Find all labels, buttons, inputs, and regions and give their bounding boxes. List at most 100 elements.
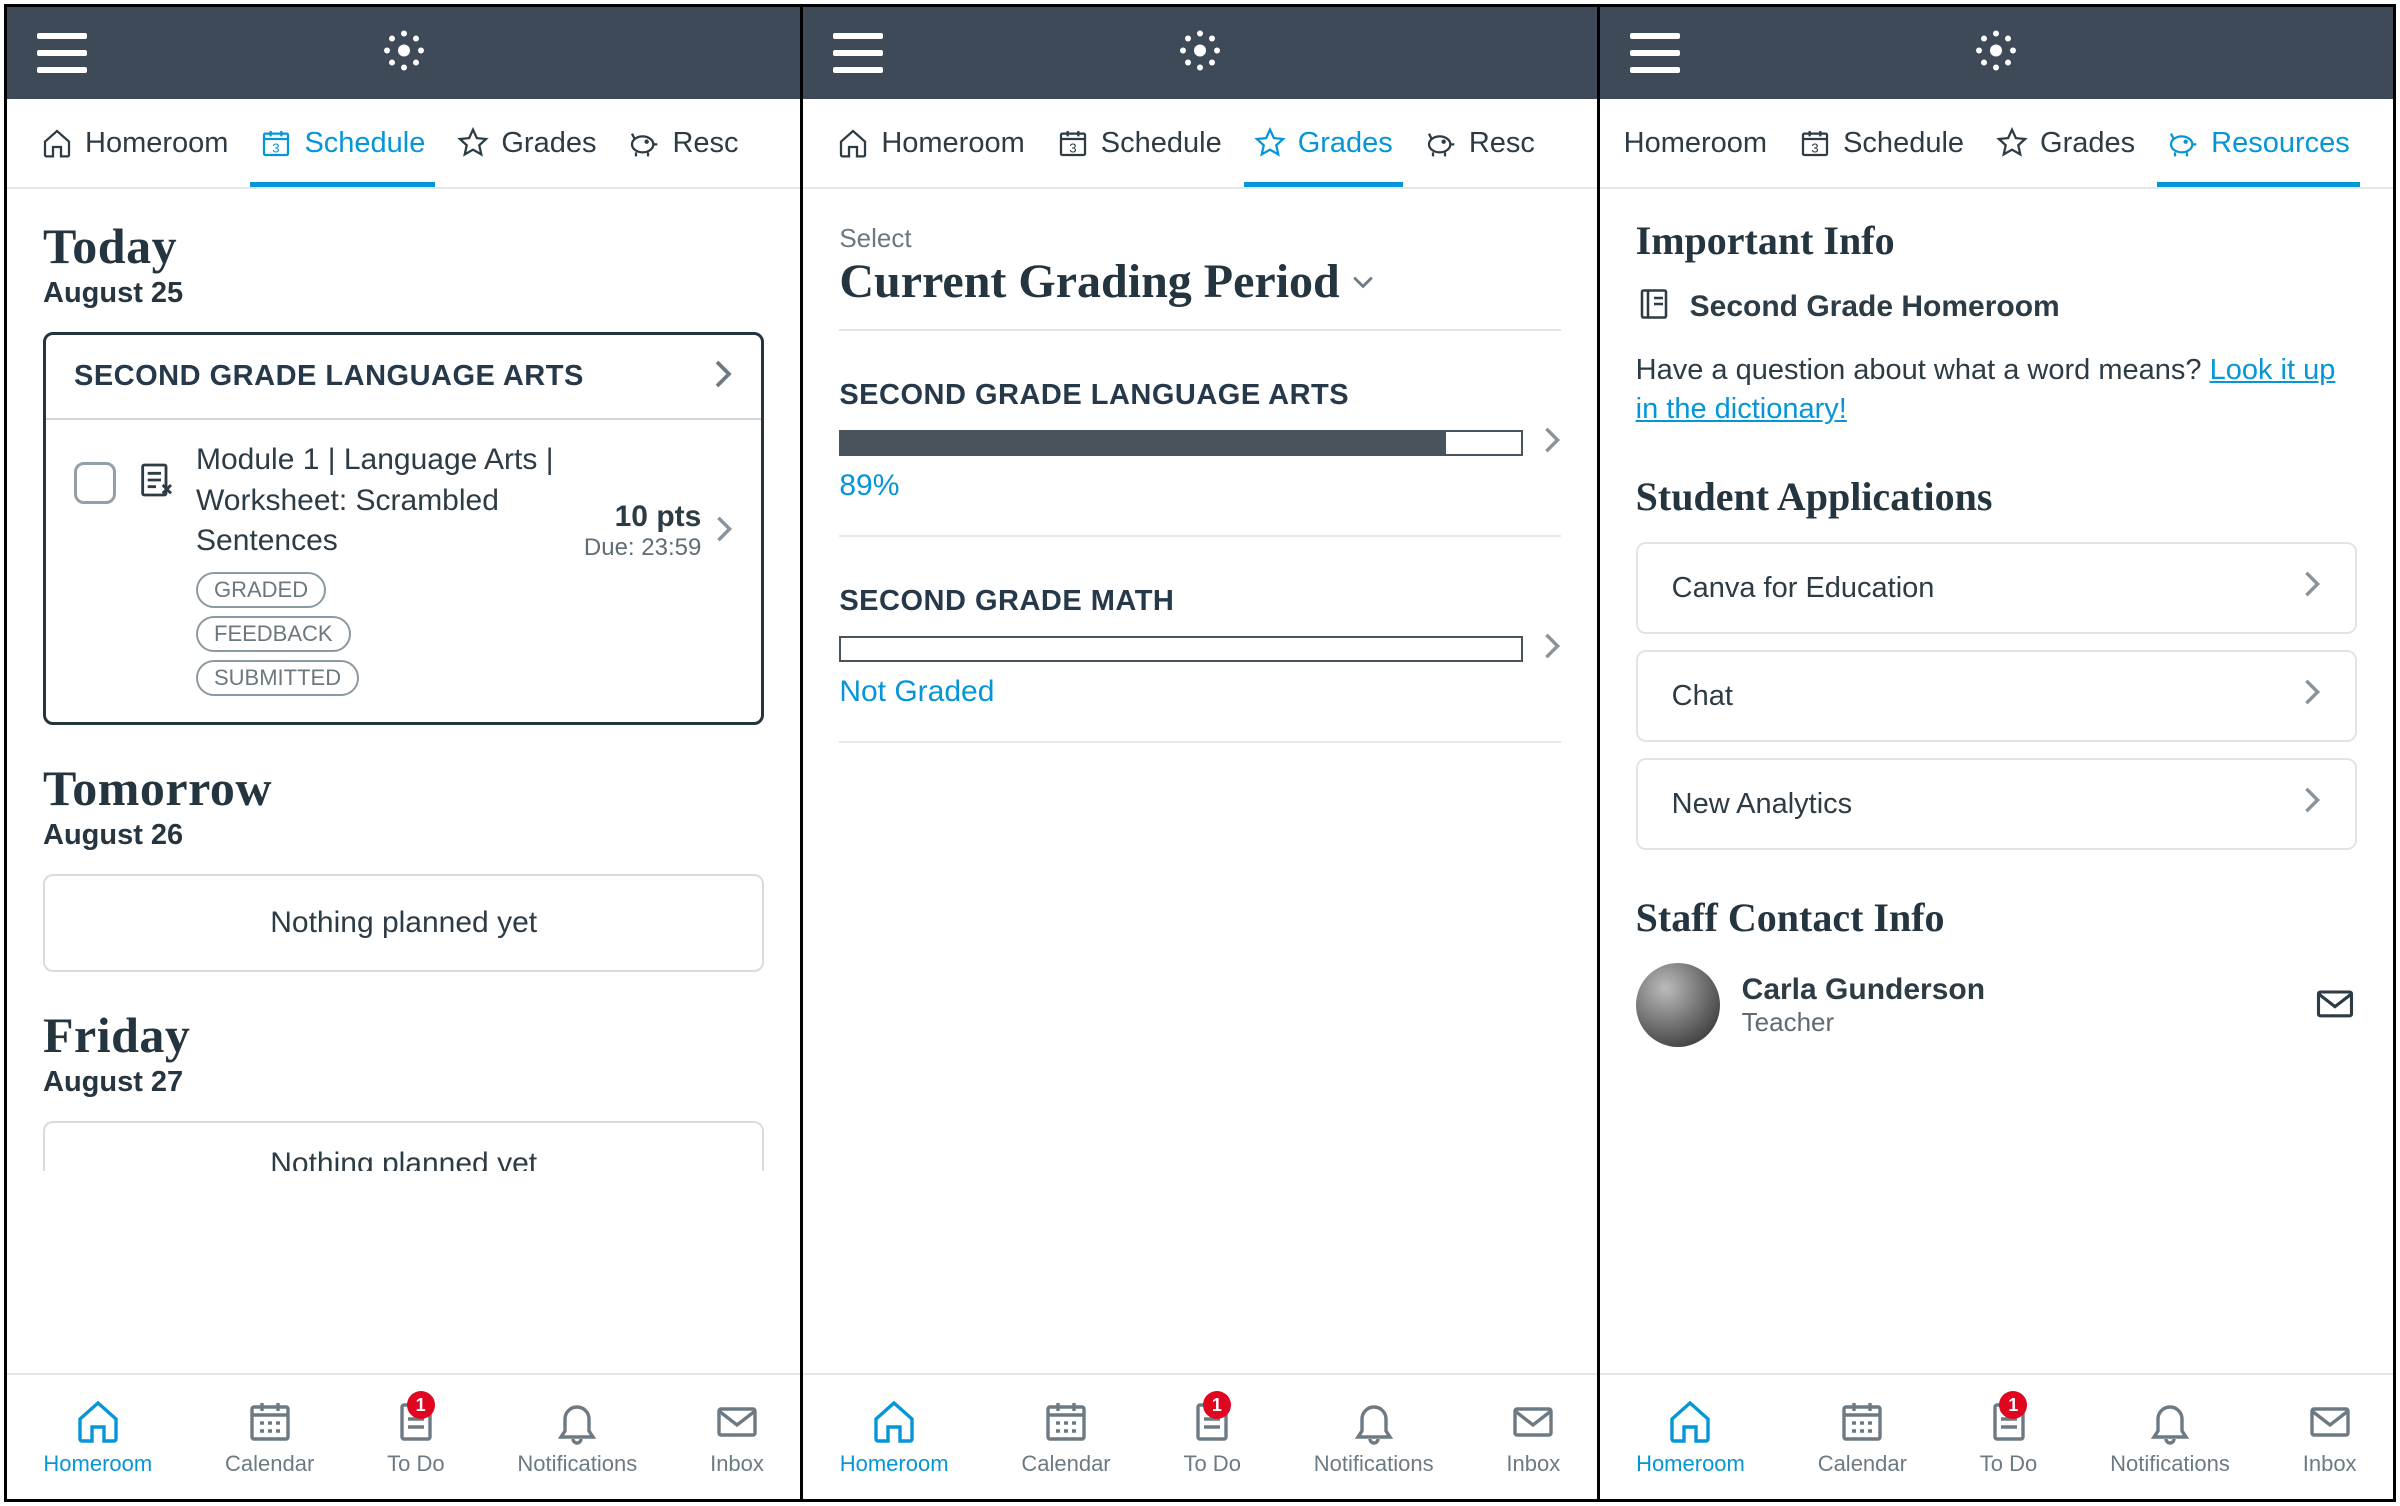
- nav-notifications[interactable]: Notifications: [517, 1397, 637, 1477]
- nav-todo[interactable]: 1 To Do: [387, 1397, 444, 1477]
- app-label: New Analytics: [1672, 788, 1853, 821]
- top-tabs: Homeroom 3 Schedule Grades Resc: [803, 99, 1596, 189]
- tab-homeroom[interactable]: Homeroom: [1608, 99, 1783, 187]
- assignment-card[interactable]: SECOND GRADE LANGUAGE ARTS Module 1 | La…: [43, 332, 764, 725]
- tab-homeroom[interactable]: Homeroom: [821, 99, 1040, 187]
- mail-icon[interactable]: [2313, 981, 2357, 1030]
- app-item[interactable]: Chat: [1636, 650, 2357, 742]
- staff-contact-heading: Staff Contact Info: [1636, 894, 2357, 941]
- info-text: Have a question about what a word means?…: [1636, 351, 2357, 429]
- friday-date: August 27: [43, 1066, 764, 1099]
- grade-score: 89%: [839, 469, 1560, 503]
- points-label: 10 pts: [584, 500, 701, 534]
- tab-label: Schedule: [1843, 127, 1964, 160]
- avatar: [1636, 963, 1720, 1047]
- chevron-right-icon: [713, 359, 733, 394]
- tab-resources[interactable]: Resources: [2151, 99, 2366, 187]
- tab-label: Schedule: [304, 127, 425, 160]
- tab-schedule[interactable]: 3 Schedule: [1783, 99, 1980, 187]
- nav-calendar[interactable]: Calendar: [1021, 1397, 1110, 1477]
- nav-inbox[interactable]: Inbox: [1506, 1397, 1560, 1477]
- status-tag: GRADED: [196, 572, 326, 608]
- nav-label: Homeroom: [1636, 1451, 1745, 1477]
- mail-icon: [1509, 1397, 1557, 1445]
- course-title: SECOND GRADE MATH: [839, 585, 1560, 618]
- tab-label: Schedule: [1101, 127, 1222, 160]
- bottom-nav: Homeroom Calendar 1 To Do Notifications …: [7, 1373, 800, 1499]
- bell-icon: [553, 1397, 601, 1445]
- staff-row[interactable]: Carla Gunderson Teacher: [1636, 963, 2357, 1047]
- nav-todo[interactable]: 1 To Do: [1183, 1397, 1240, 1477]
- nav-label: Inbox: [2303, 1451, 2357, 1477]
- nav-label: To Do: [387, 1451, 444, 1477]
- chevron-right-icon: [1543, 426, 1561, 459]
- app-item[interactable]: New Analytics: [1636, 758, 2357, 850]
- tab-label: Resources: [2211, 127, 2350, 160]
- canvas-logo-icon: [1973, 28, 2019, 79]
- nav-label: Homeroom: [43, 1451, 152, 1477]
- calendar-day-icon: 3: [1799, 127, 1831, 159]
- chevron-right-icon: [715, 515, 733, 548]
- nav-homeroom[interactable]: Homeroom: [43, 1397, 152, 1477]
- svg-text:3: 3: [273, 140, 280, 155]
- today-heading: Today: [43, 217, 764, 275]
- nav-calendar[interactable]: Calendar: [225, 1397, 314, 1477]
- select-value: Current Grading Period: [839, 254, 1339, 309]
- nav-notifications[interactable]: Notifications: [2110, 1397, 2230, 1477]
- app-label: Chat: [1672, 680, 1733, 713]
- menu-button[interactable]: [833, 33, 883, 73]
- grade-row[interactable]: SECOND GRADE LANGUAGE ARTS 89%: [839, 379, 1560, 537]
- tab-label: Grades: [2040, 127, 2135, 160]
- tab-label: Resc: [672, 127, 738, 160]
- home-icon: [74, 1397, 122, 1445]
- top-tabs: Homeroom 3 Schedule Grades Resources: [1600, 99, 2393, 189]
- tab-homeroom[interactable]: Homeroom: [25, 99, 244, 187]
- info-text-pre: Have a question about what a word means?: [1636, 354, 2210, 386]
- nav-label: To Do: [1980, 1451, 2037, 1477]
- home-icon: [837, 127, 869, 159]
- calendar-icon: [1838, 1397, 1886, 1445]
- nav-label: Calendar: [1021, 1451, 1110, 1477]
- tab-resources[interactable]: Resc: [1409, 99, 1551, 187]
- nav-label: Inbox: [710, 1451, 764, 1477]
- nav-inbox[interactable]: Inbox: [2303, 1397, 2357, 1477]
- mail-icon: [2306, 1397, 2354, 1445]
- app-item[interactable]: Canva for Education: [1636, 542, 2357, 634]
- complete-checkbox[interactable]: [74, 462, 116, 504]
- home-icon: [1666, 1397, 1714, 1445]
- nav-homeroom[interactable]: Homeroom: [1636, 1397, 1745, 1477]
- tab-grades[interactable]: Grades: [441, 99, 612, 187]
- calendar-day-icon: 3: [260, 127, 292, 159]
- tab-schedule[interactable]: 3 Schedule: [1041, 99, 1238, 187]
- staff-role: Teacher: [1742, 1007, 2291, 1038]
- menu-button[interactable]: [1630, 33, 1680, 73]
- nav-inbox[interactable]: Inbox: [710, 1397, 764, 1477]
- nav-calendar[interactable]: Calendar: [1818, 1397, 1907, 1477]
- important-info-heading: Important Info: [1636, 217, 2357, 264]
- grade-score: Not Graded: [839, 675, 1560, 709]
- tab-grades[interactable]: Grades: [1980, 99, 2151, 187]
- assignment-icon: [136, 460, 176, 505]
- nav-label: Homeroom: [840, 1451, 949, 1477]
- progress-bar: [839, 430, 1522, 456]
- staff-name: Carla Gunderson: [1742, 973, 2291, 1007]
- todo-badge: 1: [1203, 1391, 1231, 1419]
- menu-button[interactable]: [37, 33, 87, 73]
- status-tag: FEEDBACK: [196, 616, 351, 652]
- nav-label: To Do: [1183, 1451, 1240, 1477]
- canvas-logo-icon: [381, 28, 427, 79]
- piggy-icon: [2167, 127, 2199, 159]
- chevron-right-icon: [1543, 632, 1561, 665]
- tab-schedule[interactable]: 3 Schedule: [244, 99, 441, 187]
- nav-todo[interactable]: 1 To Do: [1980, 1397, 2037, 1477]
- calendar-icon: [246, 1397, 294, 1445]
- nav-homeroom[interactable]: Homeroom: [840, 1397, 949, 1477]
- grading-period-select[interactable]: Current Grading Period: [839, 254, 1560, 331]
- nav-notifications[interactable]: Notifications: [1314, 1397, 1434, 1477]
- tab-grades[interactable]: Grades: [1238, 99, 1409, 187]
- todo-badge: 1: [407, 1391, 435, 1419]
- student-apps-heading: Student Applications: [1636, 473, 2357, 520]
- tab-resources[interactable]: Resc: [612, 99, 754, 187]
- calendar-icon: [1042, 1397, 1090, 1445]
- grade-row[interactable]: SECOND GRADE MATH Not Graded: [839, 585, 1560, 743]
